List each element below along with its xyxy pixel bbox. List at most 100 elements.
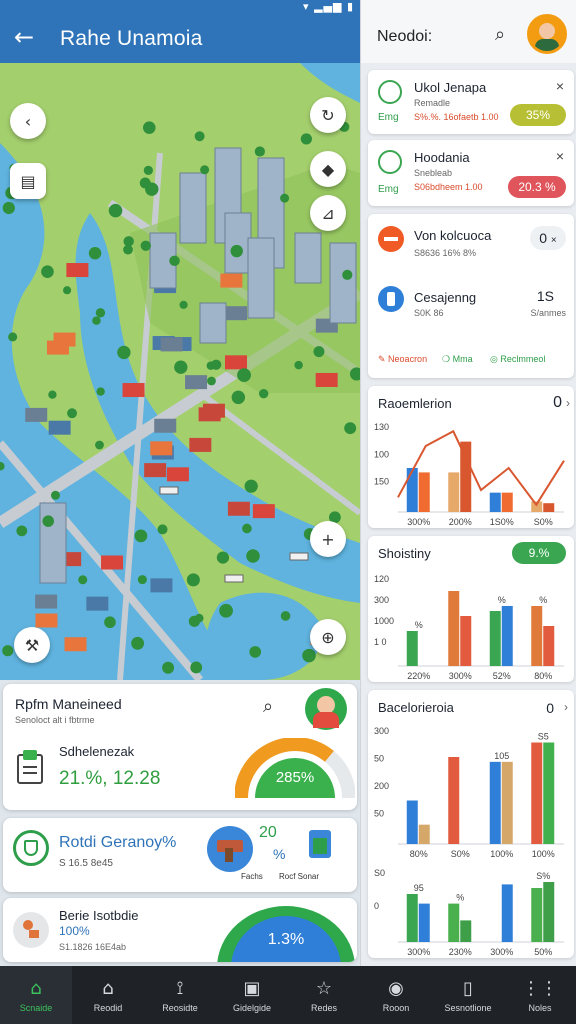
tree <box>244 479 258 493</box>
chart-value: 0 <box>546 700 554 716</box>
bar <box>489 611 501 666</box>
rpm-card[interactable]: Rpfm Maneineed Senoloct alt i fbtrme ⌕ S… <box>3 684 357 810</box>
profile-avatar[interactable] <box>527 14 567 54</box>
y-tick-label: 150 <box>374 477 389 487</box>
bar <box>501 761 513 844</box>
search-icon[interactable]: ⌕ <box>263 696 273 717</box>
tree <box>186 573 200 587</box>
city-map[interactable]: ‹ ▤ ↻ ◆ ⊿ + ⊕ ⚒ <box>0 63 360 680</box>
tower <box>199 302 227 344</box>
tree <box>300 133 312 145</box>
cube-icon: ◆ <box>321 159 335 179</box>
list-item-value-chip[interactable]: 0 × <box>530 226 566 250</box>
rpm-title: Rpfm Maneineed <box>15 696 122 712</box>
chart-card-b[interactable]: Shoistiny 9.% 120 300 1000 1 0 220%% 300% 52%%… <box>368 536 574 682</box>
nav-item-scnaide[interactable]: ⌂ Scnaide <box>0 966 72 1024</box>
chart-title: Shoistiny <box>378 546 431 561</box>
map-layers-button[interactable]: ▤ <box>10 163 46 199</box>
list-item[interactable]: Ukol Jenapa Remadle Emg S%.%. 16ofaetb 1… <box>368 70 574 134</box>
bar <box>448 472 460 512</box>
green-card[interactable]: Rotdi Geranoy% S 16.5 8e45 20 % Fachs Ro… <box>3 818 357 892</box>
back-arrow-icon[interactable]: ← <box>10 24 38 52</box>
bar <box>460 441 472 512</box>
nav-item-noles[interactable]: ⋮⋮ Noles <box>504 966 576 1024</box>
x-tick-label: 80% <box>534 671 552 681</box>
alert-icon <box>378 226 404 252</box>
zoom-in-button[interactable]: + <box>310 521 346 557</box>
house <box>25 407 48 422</box>
list-item-value: 0 <box>539 230 548 246</box>
tree <box>302 648 316 663</box>
list-group[interactable]: Von kolcuoca S8636 16% 8% 0 × Cesajenng … <box>368 214 574 378</box>
house <box>224 355 247 370</box>
x-tick-label: 300% <box>407 517 430 527</box>
tree <box>190 661 203 674</box>
y-tick-label: 300 <box>374 595 389 605</box>
tree <box>143 121 156 134</box>
nav-label: Reosidte <box>162 1002 198 1013</box>
action-button[interactable]: ◎ Reclmmeol <box>490 354 545 365</box>
y-tick-label: 0 <box>374 901 379 911</box>
close-icon[interactable]: × <box>556 148 564 164</box>
list-item-subtitle: Snebleab <box>414 168 453 178</box>
house <box>48 420 71 435</box>
nav-item-sesnotlione[interactable]: ▯ Sesnotlione <box>432 966 504 1024</box>
shield-icon <box>13 830 49 866</box>
close-icon[interactable]: × <box>556 78 564 94</box>
search-icon[interactable]: ⌕ <box>495 24 505 45</box>
nav-item-gidelgide[interactable]: ▣ Gidelgide <box>216 966 288 1024</box>
map-back-button[interactable]: ‹ <box>10 103 46 139</box>
apps-icon: ⋮⋮ <box>522 977 558 999</box>
map-tool-button[interactable]: ⚒ <box>14 627 50 663</box>
bar <box>531 888 543 942</box>
eco-icon: ⟟ <box>176 977 184 999</box>
list-item-value: 1S <box>536 288 554 304</box>
nav-label: Gidelgide <box>232 1002 272 1013</box>
avatar[interactable] <box>305 688 347 730</box>
chevron-right-icon[interactable]: › <box>566 396 570 410</box>
bar <box>489 492 501 512</box>
map-3d-button[interactable]: ◆ <box>310 151 346 187</box>
action-button[interactable]: ✎ Neoacron <box>378 354 427 365</box>
bar-chart: S0 0 300% 95 230%% 300% 50% S% <box>374 868 564 957</box>
nav-item-reodid[interactable]: ⌂ Reodid <box>72 966 144 1024</box>
list-item[interactable]: Hoodania Snebleab Emg S06bdheem 1.00 × 2… <box>368 140 574 206</box>
nav-item-rooon[interactable]: ◉ Rooon <box>360 966 432 1024</box>
list-item-title: Cesajenng <box>414 290 477 305</box>
tree <box>294 360 303 370</box>
tree <box>48 390 57 399</box>
data-label: 95 <box>414 883 424 893</box>
list-item-value: S06bdheem 1.00 <box>414 182 483 192</box>
nav-item-reosidte[interactable]: ⟟ Reosidte <box>144 966 216 1024</box>
bottom-gauge-value: 1.3% <box>268 931 304 948</box>
grid-icon: ▣ <box>243 977 261 999</box>
tree <box>231 390 246 405</box>
map-canvas[interactable] <box>0 63 360 680</box>
tree <box>96 387 105 396</box>
bar <box>418 903 430 942</box>
nav-item-redes[interactable]: ☆ Redes <box>288 966 360 1024</box>
action-button[interactable]: ❍ Mma <box>442 354 473 365</box>
map-compass-button[interactable]: ⊿ <box>310 195 346 231</box>
bar-chart: 120 300 1000 1 0 220%% 300% 52%% 80%% <box>374 574 564 681</box>
bar <box>543 742 555 844</box>
tree <box>258 388 269 399</box>
tree <box>117 345 131 360</box>
list-item-subtitle: S0K 86 <box>414 308 444 318</box>
chart-title: Bacelorieroia <box>378 700 454 715</box>
chart-card-c[interactable]: Bacelorieroia 0 › 300 50 200 50 80% S0% 100% 10… <box>368 690 574 958</box>
chevron-right-icon[interactable]: › <box>564 700 568 714</box>
x-tick-label: S0% <box>451 849 470 859</box>
chart-card-a[interactable]: Raoemlerion 0 › 130 100 150 300% 200% 1S0% S0% <box>368 386 574 528</box>
map-rotate-button[interactable]: ↻ <box>310 97 346 133</box>
x-tick-label: 100% <box>532 849 555 859</box>
tree <box>230 244 243 258</box>
my-location-button[interactable]: ⊕ <box>310 619 346 655</box>
bar <box>543 503 555 512</box>
tree <box>140 240 151 251</box>
green-label-a: Fachs <box>241 872 263 881</box>
bottom-gauge: 1.3% <box>217 906 355 962</box>
bottom-card[interactable]: Berie Isotbdie 100% S1.1826 16E4ab 1.3% <box>3 898 357 962</box>
leaf-icon: ❍ <box>442 354 453 364</box>
bar <box>448 903 460 942</box>
